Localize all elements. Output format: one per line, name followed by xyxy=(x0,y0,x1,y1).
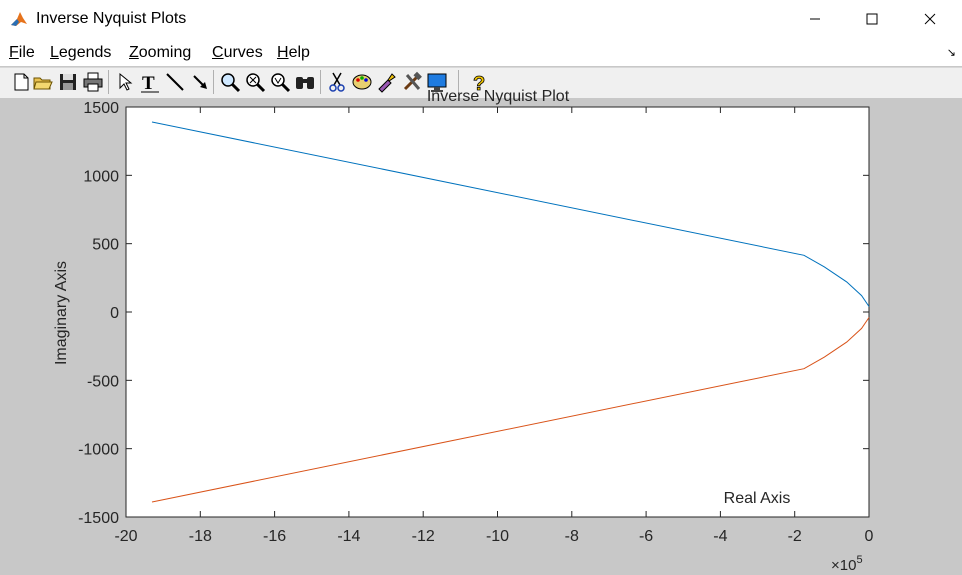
x-tick-label: -16 xyxy=(263,528,286,545)
y-tick-label: 1000 xyxy=(83,168,119,185)
x-tick-label: -12 xyxy=(412,528,435,545)
x-tick-label: -2 xyxy=(788,528,802,545)
x-tick-label: -20 xyxy=(114,528,137,545)
x-tick-label: -10 xyxy=(486,528,509,545)
y-tick-label: 1500 xyxy=(83,100,119,117)
inverse-nyquist-chart: Inverse Nyquist Plot Real Axis Imaginary… xyxy=(53,88,874,574)
x-tick-label: 0 xyxy=(865,528,874,545)
x-tick-label: -8 xyxy=(565,528,579,545)
series-line-0 xyxy=(151,121,870,307)
x-axis-multiplier: ×105 xyxy=(831,554,863,574)
series-line-1 xyxy=(151,317,870,503)
x-axis-label: Real Axis xyxy=(724,490,791,507)
y-tick-label: -1500 xyxy=(78,510,119,527)
x-tick-label: -4 xyxy=(713,528,727,545)
y-axis-label: Imaginary Axis xyxy=(53,261,70,365)
x-tick-label: -14 xyxy=(337,528,360,545)
y-tick-label: 500 xyxy=(92,237,119,254)
x-tick-label: -6 xyxy=(639,528,653,545)
x-tick-label: -18 xyxy=(189,528,212,545)
y-tick-label: -1000 xyxy=(78,442,119,459)
plot-frame xyxy=(125,106,870,518)
y-tick-label: 0 xyxy=(110,305,119,322)
chart-title: Inverse Nyquist Plot xyxy=(427,88,570,105)
y-tick-label: -500 xyxy=(87,373,119,390)
